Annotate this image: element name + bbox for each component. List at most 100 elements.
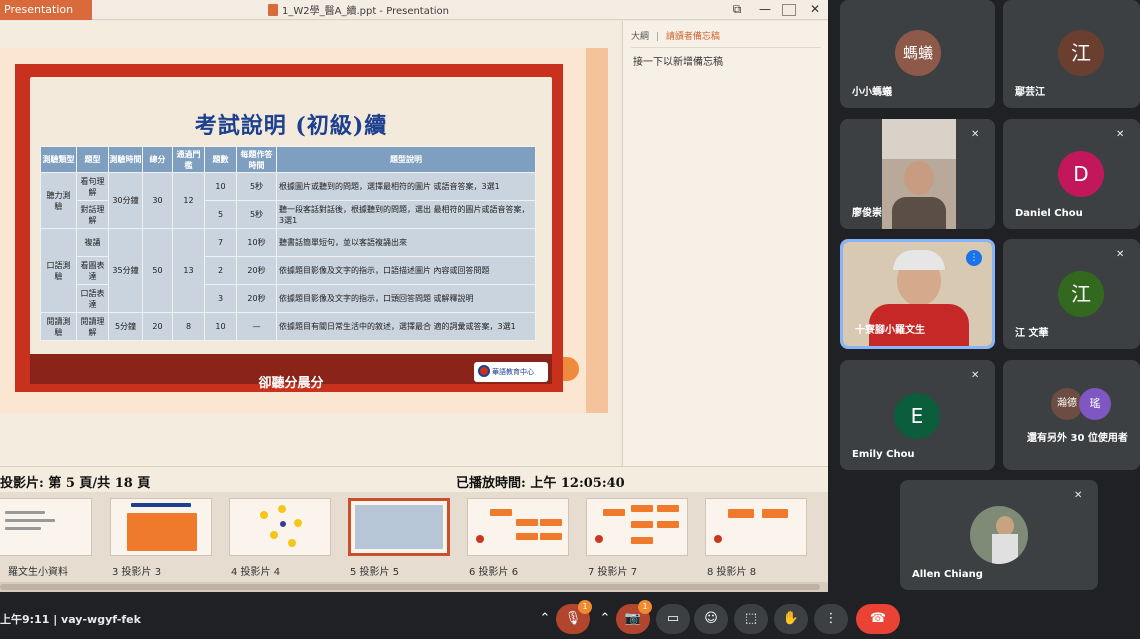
thumbnail-slide-4[interactable] bbox=[229, 498, 331, 556]
thumbnail-slide-3[interactable] bbox=[110, 498, 212, 556]
thumbnail-label: 5 投影片 5 bbox=[350, 567, 400, 578]
mic-off-icon: ✕ bbox=[1074, 490, 1083, 501]
elapsed-time: 已播放時間: 上午 12:05:40 bbox=[456, 476, 625, 491]
table-header: 測驗時間 bbox=[108, 146, 143, 173]
present-screen-icon[interactable]: ⬚ bbox=[734, 604, 768, 634]
table-cell: 10秒 bbox=[236, 228, 277, 257]
slide-next-edge bbox=[586, 48, 608, 413]
participant-video bbox=[882, 119, 956, 229]
participant-name: Daniel Chou bbox=[1015, 208, 1083, 219]
slide-title: 考試說明 (初級)續 bbox=[194, 113, 388, 139]
tab-outline[interactable]: 大綱 bbox=[631, 32, 649, 42]
thumbnail-label: 7 投影片 7 bbox=[588, 567, 638, 578]
participant-name: Allen Chiang bbox=[912, 569, 983, 580]
document-title: 1_W2學_醫A_續.ppt - Presentation bbox=[268, 2, 449, 17]
participant-tile[interactable]: E ✕ Emily Chou bbox=[840, 360, 995, 470]
raise-hand-icon[interactable]: ✋ bbox=[774, 604, 808, 634]
participant-name: 廖俊崇 bbox=[852, 208, 882, 219]
thumbnail-label: 8 投影片 8 bbox=[707, 567, 757, 578]
scrollbar-thumb[interactable] bbox=[0, 584, 820, 590]
table-cell: 口語表達 bbox=[76, 284, 109, 313]
table-cell: 10 bbox=[204, 312, 237, 341]
table-cell: 看圖表達 bbox=[76, 256, 109, 285]
table-header: 題型 bbox=[76, 146, 109, 173]
thumbnail-scrollbar[interactable] bbox=[0, 582, 828, 592]
camera-button[interactable]: 📷 1 bbox=[616, 600, 652, 634]
emoji-icon[interactable]: ☺ bbox=[694, 604, 728, 634]
table-header: 通過門檻 bbox=[172, 146, 205, 173]
table-cell: 閱讀測驗 bbox=[40, 312, 77, 341]
participant-avatar: 瑤 bbox=[1079, 388, 1111, 420]
table-cell: 依據題目影像及文字的指示，口語描述圖片 內容或回答問題 bbox=[276, 256, 536, 285]
table-cell: 8 bbox=[172, 312, 205, 341]
table-cell: 20 bbox=[142, 312, 173, 341]
thumbnail-slide-7[interactable] bbox=[586, 498, 688, 556]
meeting-info: 上午9:11 | vay-wgyf-fek bbox=[0, 613, 141, 626]
table-header: 題型說明 bbox=[276, 146, 536, 173]
table-cell: 口語測驗 bbox=[40, 228, 77, 313]
table-cell: 12 bbox=[172, 172, 205, 229]
table-row: 閱讀測驗 閱讀理解 5分鐘 20 8 10 — 依據題目有關日常生活中的敘述，選… bbox=[40, 312, 536, 341]
title-bar: Presentation 1_W2學_醫A_續.ppt - Presentati… bbox=[0, 0, 828, 20]
thumbnail-slide-8[interactable] bbox=[705, 498, 807, 556]
minimize-button[interactable]: — bbox=[754, 1, 776, 18]
table-cell: 根據圖片或聽到的問題，選擇最相符的圖片 或語音答案，3選1 bbox=[276, 172, 536, 201]
logo-text: 華語教育中心 bbox=[492, 368, 534, 376]
document-icon bbox=[268, 4, 278, 16]
thumbnail-slide-6[interactable] bbox=[467, 498, 569, 556]
participant-avatar: D bbox=[1058, 151, 1104, 197]
participant-photo bbox=[970, 506, 1028, 564]
participant-tile[interactable]: 螞蟻 小小螞蟻 bbox=[840, 0, 995, 108]
more-options-icon[interactable]: ⋮ bbox=[814, 604, 848, 634]
close-button[interactable]: ✕ bbox=[804, 1, 826, 18]
app-tab[interactable]: Presentation bbox=[0, 0, 92, 20]
table-header: 每題作答時間 bbox=[236, 146, 277, 173]
chevron-up-icon[interactable]: ⌃ bbox=[536, 604, 554, 634]
mic-off-icon: ✕ bbox=[971, 370, 980, 381]
table-cell: 7 bbox=[204, 228, 237, 257]
end-call-button[interactable]: ☎ bbox=[856, 604, 900, 634]
table-cell: 50 bbox=[142, 228, 173, 313]
org-logo: 華語教育中心 bbox=[474, 362, 548, 382]
table-cell: 5秒 bbox=[236, 172, 277, 201]
participant-tile[interactable]: 江 ✕ 江 文華 bbox=[1003, 239, 1140, 349]
others-tile[interactable]: 瀚德 瑤 還有另外 30 位使用者 bbox=[1003, 360, 1140, 470]
present-window-icon[interactable]: ⧉ bbox=[726, 1, 748, 18]
table-cell: — bbox=[236, 312, 277, 341]
tab-notes[interactable]: 請讀者備忘稿 bbox=[666, 32, 720, 42]
participant-tile[interactable]: 江 鄢芸江 bbox=[1003, 0, 1140, 108]
table-cell: 30分鐘 bbox=[108, 172, 143, 229]
thumbnail-slide-2[interactable] bbox=[0, 498, 92, 556]
table-cell: 聽書話簡單短句，並以客語複誦出來 bbox=[276, 228, 536, 257]
notes-placeholder[interactable]: 接一下以新增備忘稿 bbox=[633, 53, 723, 68]
participant-tile[interactable]: ✕ 廖俊崇 bbox=[840, 119, 995, 229]
table-cell: 聽一段客話對話後，根據聽到的問題，選出 最相符的圖片或語音答案，3選1 bbox=[276, 200, 536, 229]
maximize-button[interactable] bbox=[782, 4, 796, 16]
table-cell: 13 bbox=[172, 228, 205, 313]
slide-thumbnails: 羅文生小資料 3 投影片 3 4 投影片 4 5 投影片 5 6 投影片 6 7… bbox=[0, 492, 828, 592]
thumbnail-slide-5[interactable] bbox=[348, 498, 450, 556]
participant-name: 江 文華 bbox=[1015, 328, 1049, 339]
participant-tile[interactable]: ✕ Allen Chiang bbox=[900, 480, 1098, 590]
participant-name: 鄢芸江 bbox=[1015, 87, 1045, 98]
participant-avatar: 螞蟻 bbox=[895, 30, 941, 76]
participant-name: 十寮腳小羅文生 bbox=[855, 325, 925, 336]
speaking-indicator-icon: ⋮ bbox=[966, 250, 982, 266]
chevron-up-icon[interactable]: ⌃ bbox=[596, 604, 614, 634]
table-header: 題數 bbox=[204, 146, 237, 173]
thumbnail-label: 3 投影片 3 bbox=[112, 567, 162, 578]
participant-avatar: 江 bbox=[1058, 30, 1104, 76]
table-cell: 複誦 bbox=[76, 228, 109, 257]
table-cell: 依據題目影像及文字的指示，口頭回答問題 或解釋說明 bbox=[276, 284, 536, 313]
table-cell: 閱讀理解 bbox=[76, 312, 109, 341]
participant-name: 小小螞蟻 bbox=[852, 87, 892, 98]
participant-tile[interactable]: D ✕ Daniel Chou bbox=[1003, 119, 1140, 229]
notes-tabs: 大綱 | 請讀者備忘稿 bbox=[631, 32, 720, 42]
participant-avatar: 江 bbox=[1058, 271, 1104, 317]
participant-tile-speaking[interactable]: ⋮ 十寮腳小羅文生 bbox=[840, 239, 995, 349]
table-cell: 對話理解 bbox=[76, 200, 109, 229]
mic-button[interactable]: 🎙 1 bbox=[556, 600, 592, 634]
notes-pane: 大綱 | 請讀者備忘稿 接一下以新增備忘稿 bbox=[622, 21, 828, 466]
meeting-controls: 上午9:11 | vay-wgyf-fek ⌃ 🎙 1 ⌃ 📷 1 ▭ ☺ ⬚ ✋ … bbox=[0, 599, 1140, 639]
captions-icon[interactable]: ▭ bbox=[656, 604, 690, 634]
